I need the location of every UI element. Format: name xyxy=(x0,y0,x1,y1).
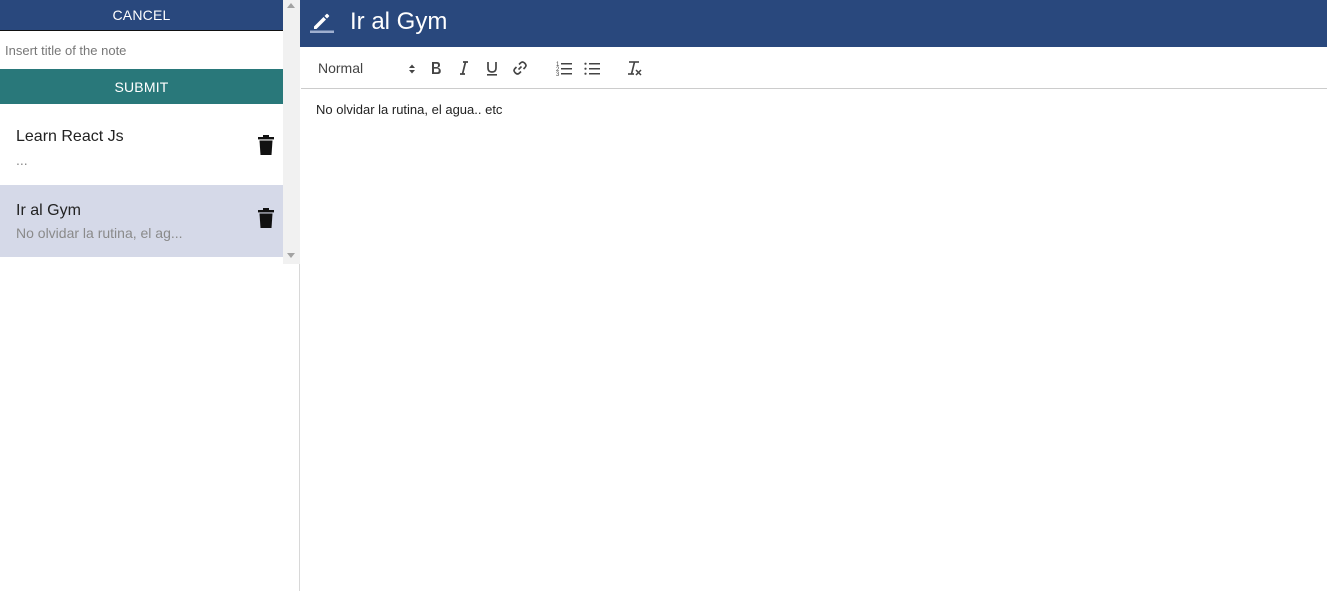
scroll-down-arrow-icon[interactable] xyxy=(287,253,295,258)
bullet-list-icon[interactable] xyxy=(583,59,601,77)
editor-content[interactable]: No olvidar la rutina, el agua.. etc xyxy=(301,89,1327,591)
italic-icon[interactable] xyxy=(455,59,473,77)
submit-button[interactable]: SUBMIT xyxy=(0,69,283,104)
editor-title: Ir al Gym xyxy=(350,8,448,35)
ordered-list-icon[interactable]: 1 2 3 xyxy=(555,59,573,77)
bold-icon[interactable] xyxy=(427,59,445,77)
clear-format-icon[interactable] xyxy=(625,59,643,77)
sidebar-note-item[interactable]: Ir al Gym No olvidar la rutina, el ag... xyxy=(0,185,283,257)
sidebar-note-item[interactable]: Learn React Js ... xyxy=(0,104,283,176)
sidebar-scrollbar[interactable] xyxy=(283,0,300,264)
select-arrows-icon xyxy=(409,64,415,74)
cancel-button[interactable]: CANCEL xyxy=(0,0,283,31)
format-select[interactable]: Normal xyxy=(318,60,415,78)
format-select-value: Normal xyxy=(318,60,364,76)
trash-icon[interactable] xyxy=(258,135,274,155)
note-item-preview: ... xyxy=(16,152,28,168)
editor-header: Ir al Gym xyxy=(300,0,1327,47)
note-title-input[interactable] xyxy=(0,32,283,69)
editor-body-text[interactable]: No olvidar la rutina, el agua.. etc xyxy=(316,102,1312,117)
sidebar: CANCEL SUBMIT Learn React Js ... Ir al G… xyxy=(0,0,300,591)
note-item-title: Learn React Js xyxy=(16,128,124,145)
note-item-preview: No olvidar la rutina, el ag... xyxy=(16,225,183,241)
editor-toolbar: Normal 1 2 3 xyxy=(301,47,1327,89)
underline-icon[interactable] xyxy=(483,59,501,77)
scroll-up-arrow-icon[interactable] xyxy=(287,3,295,8)
edit-icon xyxy=(310,13,334,33)
trash-icon[interactable] xyxy=(258,208,274,228)
svg-text:3: 3 xyxy=(556,72,560,77)
note-item-title: Ir al Gym xyxy=(16,202,81,219)
sidebar-notes-panel: CANCEL SUBMIT Learn React Js ... Ir al G… xyxy=(0,0,300,264)
link-icon[interactable] xyxy=(511,59,529,77)
